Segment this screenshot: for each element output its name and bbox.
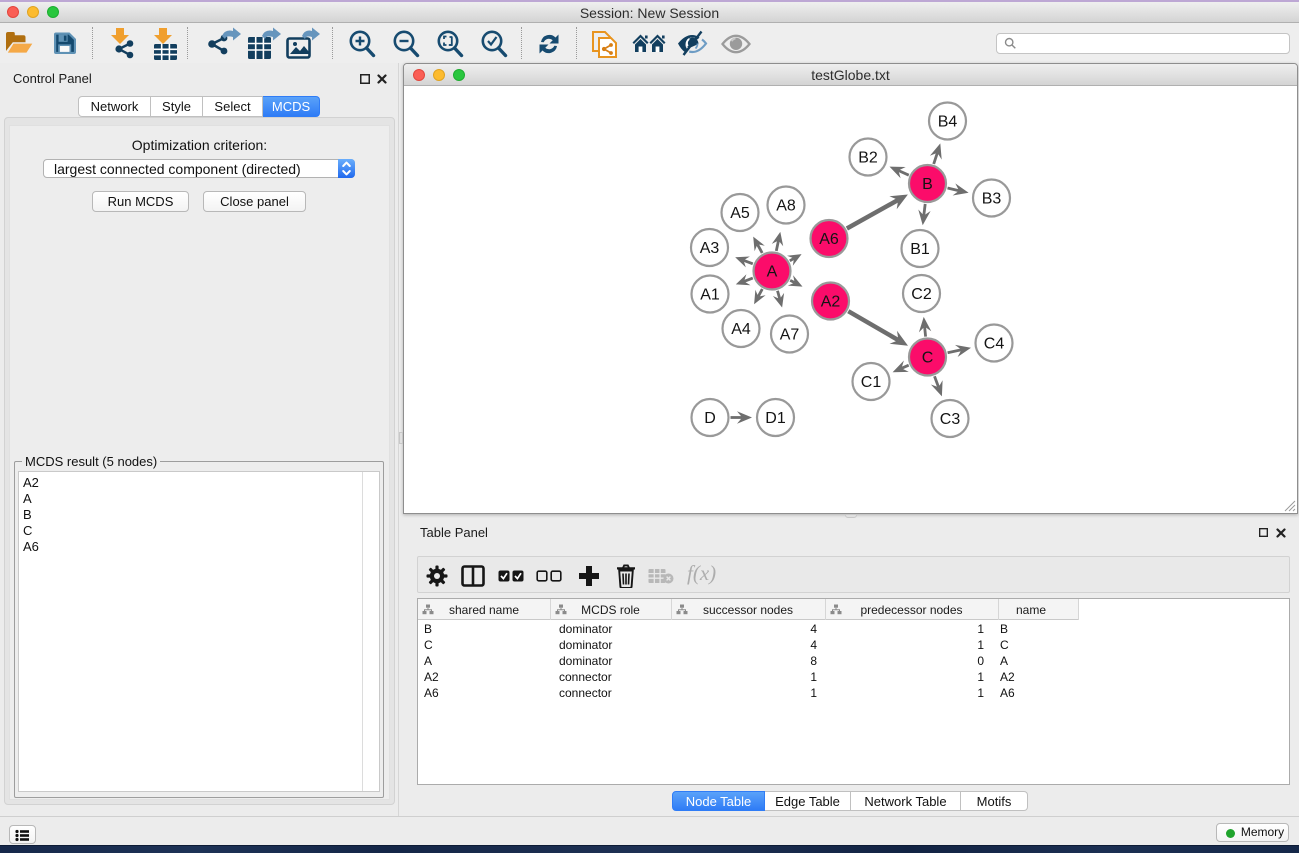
svg-text:A3: A3 (700, 240, 720, 257)
svg-text:B1: B1 (910, 241, 930, 258)
svg-text:B4: B4 (938, 114, 958, 131)
svg-text:B2: B2 (858, 150, 878, 167)
svg-text:A8: A8 (776, 198, 796, 215)
svg-text:C2: C2 (911, 286, 932, 303)
svg-text:A1: A1 (700, 287, 720, 304)
svg-text:C3: C3 (940, 411, 961, 428)
svg-text:C1: C1 (861, 374, 882, 391)
svg-text:C4: C4 (984, 336, 1005, 353)
svg-text:A: A (767, 264, 778, 281)
svg-text:A5: A5 (730, 205, 750, 222)
svg-text:D: D (704, 410, 716, 427)
svg-text:A7: A7 (780, 327, 800, 344)
svg-text:C: C (922, 350, 934, 367)
svg-text:D1: D1 (765, 410, 786, 427)
svg-text:B: B (922, 176, 933, 193)
svg-text:B3: B3 (982, 191, 1002, 208)
svg-text:A6: A6 (819, 231, 839, 248)
svg-text:A4: A4 (731, 321, 751, 338)
svg-text:A2: A2 (821, 294, 841, 311)
